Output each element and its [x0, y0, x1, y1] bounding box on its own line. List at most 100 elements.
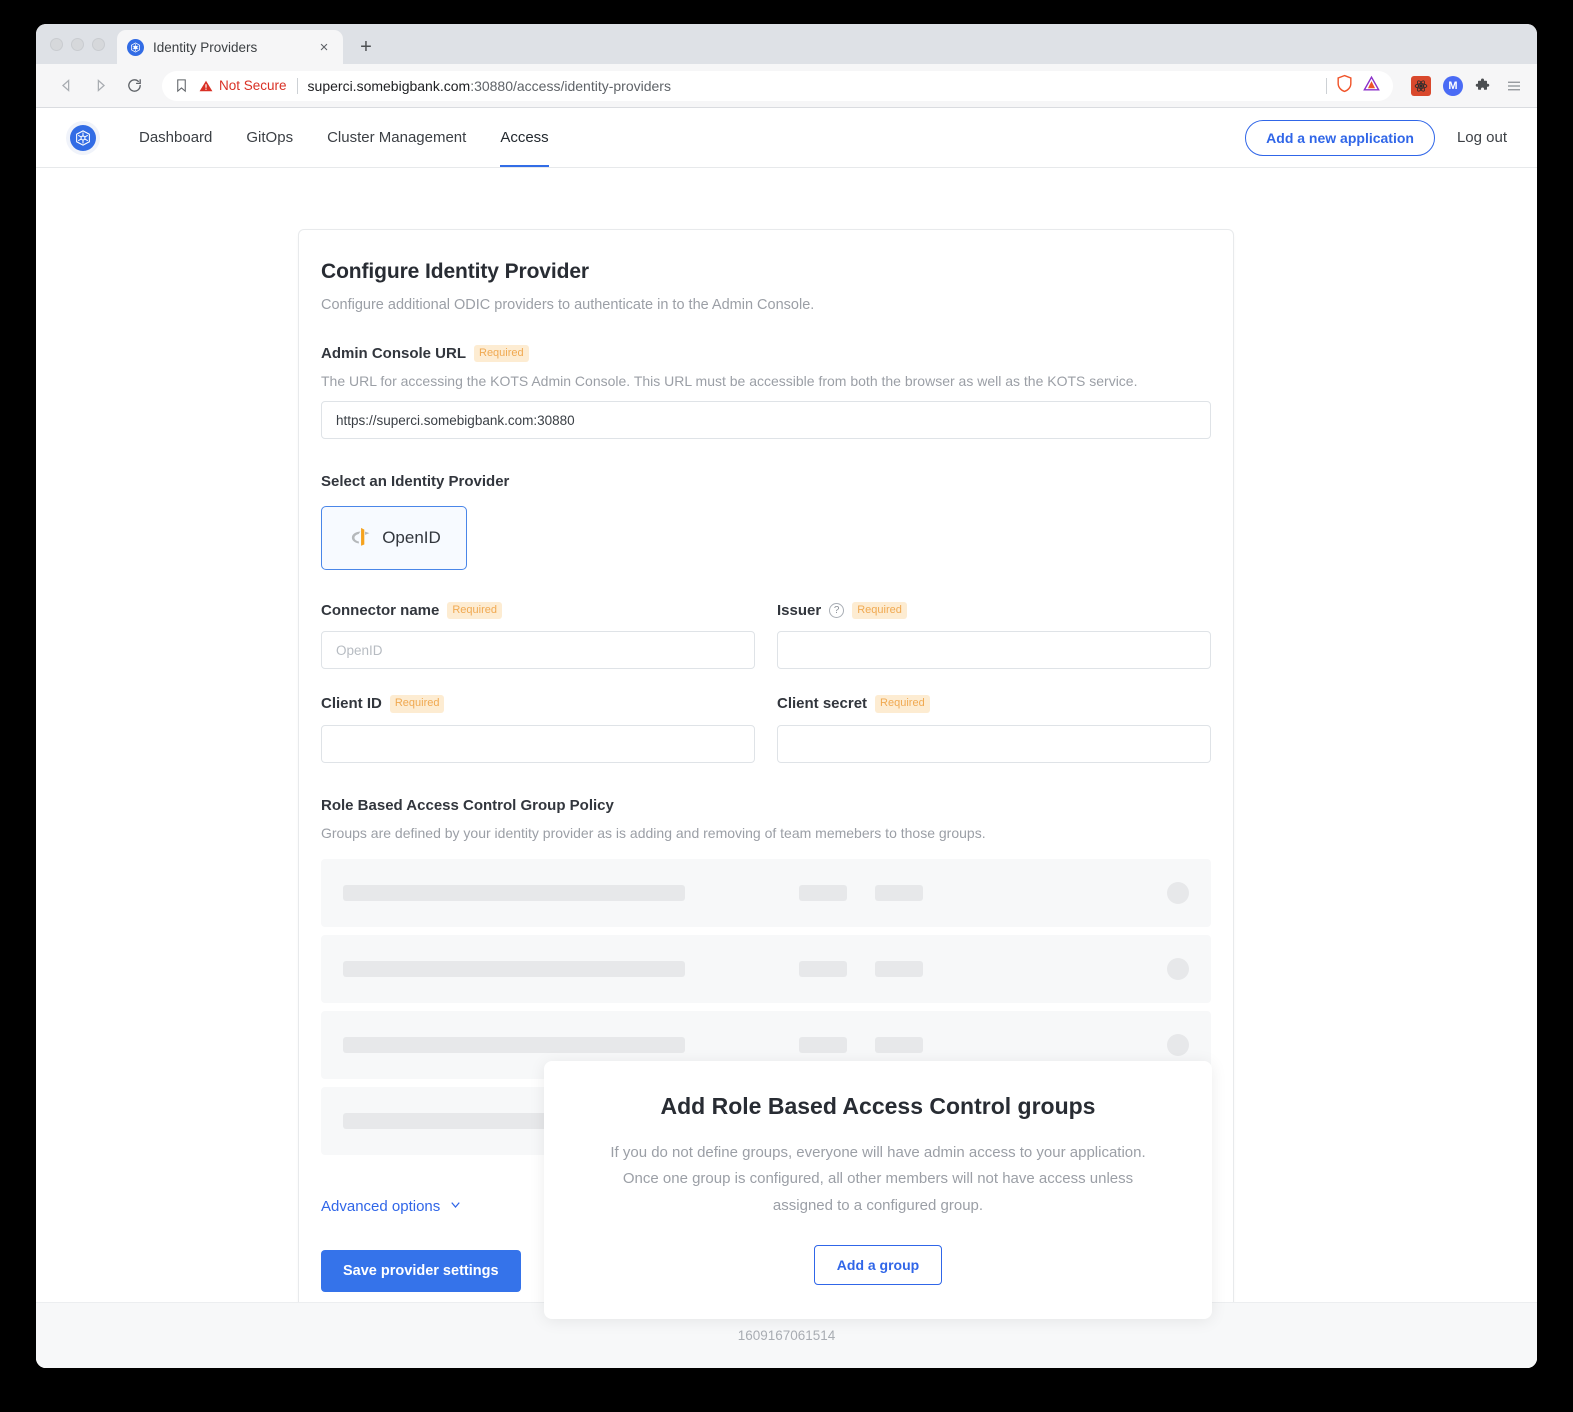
maximize-window-button[interactable] — [92, 38, 105, 51]
required-badge: Required — [390, 695, 445, 712]
nav-label-dashboard: Dashboard — [139, 129, 212, 146]
browser-menu-icon[interactable] — [1505, 77, 1523, 95]
client-credentials-row: Client ID Required Client secret Require… — [321, 695, 1211, 762]
issuer-label-row: Issuer ? Required — [777, 602, 1211, 619]
nav-label-cluster-management: Cluster Management — [327, 129, 466, 146]
client-id-label-row: Client ID Required — [321, 695, 755, 712]
provider-option-openid[interactable]: OpenID — [321, 506, 467, 570]
minimize-window-button[interactable] — [71, 38, 84, 51]
required-badge: Required — [474, 345, 529, 362]
issuer-field: Issuer ? Required — [777, 602, 1211, 669]
add-rbac-groups-modal: Add Role Based Access Control groups If … — [544, 1061, 1212, 1319]
back-icon[interactable] — [50, 70, 82, 102]
window-traffic-lights — [46, 24, 117, 64]
connector-name-field: Connector name Required OpenID — [321, 602, 755, 669]
required-badge: Required — [852, 602, 907, 619]
browser-window: Identity Providers × + Not Secure s — [36, 24, 1537, 1368]
tab-title: Identity Providers — [153, 40, 306, 55]
skeleton-bar — [875, 885, 923, 901]
modal-title: Add Role Based Access Control groups — [604, 1093, 1152, 1120]
brave-lion-icon[interactable] — [1362, 74, 1381, 98]
forward-icon[interactable] — [84, 70, 116, 102]
rbac-section-title: Role Based Access Control Group Policy — [321, 797, 1211, 814]
select-identity-provider-label: Select an Identity Provider — [321, 473, 1211, 490]
new-tab-button[interactable]: + — [351, 32, 381, 62]
admin-console-url-label: Admin Console URL — [321, 345, 466, 362]
skeleton-bar — [343, 961, 685, 977]
nav-item-cluster-management[interactable]: Cluster Management — [310, 108, 483, 167]
nav-label-gitops: GitOps — [246, 129, 293, 146]
close-tab-icon[interactable]: × — [315, 38, 333, 56]
table-row — [321, 935, 1211, 1003]
metamask-extension-icon[interactable]: M — [1443, 76, 1463, 96]
kubernetes-logo-icon — [70, 125, 96, 151]
address-bar[interactable]: Not Secure superci.somebigbank.com:30880… — [162, 71, 1393, 101]
skeleton-bar — [343, 885, 685, 901]
skeleton-avatar — [1167, 958, 1189, 980]
admin-console-url-helper: The URL for accessing the KOTS Admin Con… — [321, 373, 1211, 389]
browser-tab[interactable]: Identity Providers × — [117, 30, 343, 64]
client-secret-label: Client secret — [777, 695, 867, 712]
skeleton-bar — [875, 961, 923, 977]
app-logo[interactable] — [66, 121, 100, 155]
app-header: Dashboard GitOps Cluster Management Acce… — [36, 108, 1537, 168]
extensions-puzzle-icon[interactable] — [1475, 77, 1493, 95]
table-row — [321, 859, 1211, 927]
admin-console-url-label-row: Admin Console URL Required — [321, 345, 1211, 362]
close-window-button[interactable] — [50, 38, 63, 51]
skeleton-avatar — [1167, 1034, 1189, 1056]
connector-name-label: Connector name — [321, 602, 439, 619]
reload-icon[interactable] — [118, 70, 150, 102]
page-content: Configure Identity Provider Configure ad… — [36, 168, 1537, 1368]
browser-toolbar: Not Secure superci.somebigbank.com:30880… — [36, 64, 1537, 108]
skeleton-bar — [799, 1037, 847, 1053]
connector-name-input[interactable]: OpenID — [321, 631, 755, 669]
admin-console-url-input[interactable]: https://superci.somebigbank.com:30880 — [321, 401, 1211, 439]
not-secure-label: Not Secure — [219, 78, 287, 93]
omnibox-divider — [297, 78, 298, 94]
url-path: :30880/access/identity-providers — [470, 78, 671, 94]
url-text: superci.somebigbank.com:30880/access/ide… — [308, 78, 671, 94]
client-id-field: Client ID Required — [321, 695, 755, 762]
openid-icon — [347, 523, 373, 554]
header-actions: Add a new application Log out — [1245, 120, 1507, 156]
client-secret-field: Client secret Required — [777, 695, 1211, 762]
skeleton-bar — [799, 961, 847, 977]
nav-item-gitops[interactable]: GitOps — [229, 108, 310, 167]
save-provider-settings-button[interactable]: Save provider settings — [321, 1250, 521, 1292]
build-id: 1609167061514 — [738, 1328, 836, 1343]
page-subtitle: Configure additional ODIC providers to a… — [321, 297, 1211, 313]
nav-item-access[interactable]: Access — [483, 108, 565, 167]
omnibox-actions — [1326, 74, 1381, 98]
not-secure-indicator[interactable]: Not Secure — [199, 78, 287, 93]
advanced-options-label: Advanced options — [321, 1198, 440, 1215]
bookmark-icon[interactable] — [174, 78, 189, 93]
client-id-input[interactable] — [321, 725, 755, 763]
skeleton-avatar — [1167, 882, 1189, 904]
skeleton-bar — [799, 885, 847, 901]
connector-name-label-row: Connector name Required — [321, 602, 755, 619]
question-mark-icon[interactable]: ? — [829, 603, 844, 618]
page-title: Configure Identity Provider — [321, 260, 1211, 284]
issuer-label: Issuer — [777, 602, 821, 619]
client-secret-label-row: Client secret Required — [777, 695, 1211, 712]
chevron-down-icon — [448, 1197, 463, 1216]
add-a-group-button[interactable]: Add a group — [814, 1245, 942, 1285]
skeleton-bar — [875, 1037, 923, 1053]
nav-label-access: Access — [500, 129, 548, 146]
modal-body-text: If you do not define groups, everyone wi… — [604, 1140, 1152, 1219]
brave-shield-icon[interactable] — [1335, 74, 1354, 98]
openid-label: OpenID — [382, 528, 441, 548]
rbac-helper-text: Groups are defined by your identity prov… — [321, 825, 1211, 841]
url-host: superci.somebigbank.com — [308, 78, 471, 94]
react-devtools-extension-icon[interactable] — [1411, 76, 1431, 96]
omnibox-divider-right — [1326, 78, 1327, 94]
nav-item-dashboard[interactable]: Dashboard — [122, 108, 229, 167]
logout-button[interactable]: Log out — [1457, 129, 1507, 146]
add-new-application-button[interactable]: Add a new application — [1245, 120, 1435, 156]
warning-triangle-icon — [199, 79, 213, 93]
client-secret-input[interactable] — [777, 725, 1211, 763]
required-badge: Required — [447, 602, 502, 619]
issuer-input[interactable] — [777, 631, 1211, 669]
connector-issuer-row: Connector name Required OpenID Issuer ? … — [321, 602, 1211, 669]
